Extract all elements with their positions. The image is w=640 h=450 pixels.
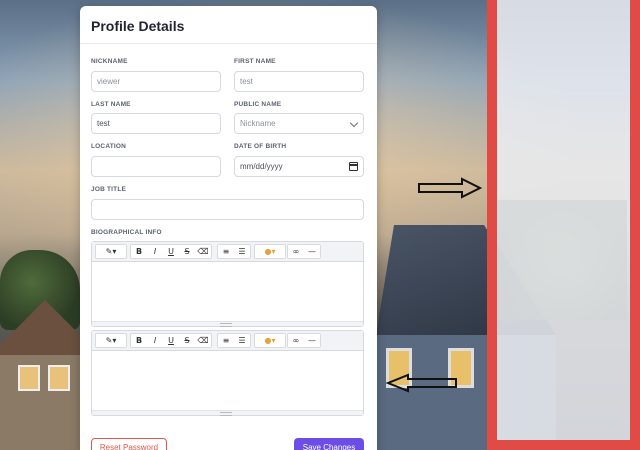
- underline-button[interactable]: U: [163, 334, 179, 347]
- italic-button[interactable]: I: [147, 334, 163, 347]
- card-header: Profile Details: [80, 6, 377, 44]
- annotation-red-frame: [487, 0, 640, 450]
- editor-resize-handle[interactable]: [92, 410, 363, 416]
- underline-button[interactable]: U: [163, 245, 179, 258]
- bio-label: BIOGRAPHICAL INFO: [91, 229, 162, 236]
- job-title-input[interactable]: [91, 199, 364, 220]
- public-name-label: PUBLIC NAME: [234, 101, 282, 108]
- first-name-input[interactable]: test: [234, 71, 364, 92]
- editor-resize-handle[interactable]: [92, 321, 363, 327]
- numbered-list-icon[interactable]: ☰: [234, 245, 250, 258]
- bold-button[interactable]: B: [131, 334, 147, 347]
- date-of-birth-input[interactable]: mm/dd/yyyy: [234, 156, 364, 177]
- color-picker-icon[interactable]: ●▾: [255, 245, 285, 258]
- magic-dropdown[interactable]: ✎▾: [95, 333, 127, 348]
- list-group: ≡ ☰: [217, 244, 251, 259]
- job-title-label: JOB TITLE: [91, 186, 127, 193]
- format-group: B I U S ⌫: [130, 333, 212, 348]
- bullet-list-icon[interactable]: ≡: [218, 245, 234, 258]
- strikethrough-button[interactable]: S: [179, 245, 195, 258]
- link-icon[interactable]: ∞: [288, 334, 304, 347]
- reset-password-button[interactable]: Reset Password: [91, 438, 167, 450]
- bio-editor: ✎▾ B I U S ⌫ ≡ ☰ ●▾ ∞ —: [91, 241, 364, 327]
- page-title: Profile Details: [91, 18, 185, 34]
- first-name-label: FIRST NAME: [234, 58, 276, 65]
- magic-wand-icon[interactable]: ✎▾: [96, 245, 126, 258]
- last-name-input[interactable]: test: [91, 113, 221, 134]
- horizontal-rule-icon[interactable]: —: [304, 245, 320, 258]
- editor-toolbar: ✎▾ B I U S ⌫ ≡ ☰ ●▾ ∞ —: [92, 331, 363, 351]
- last-name-label: LAST NAME: [91, 101, 131, 108]
- save-changes-button[interactable]: Save Changes: [294, 438, 364, 450]
- public-name-value: Nickname: [240, 119, 276, 128]
- numbered-list-icon[interactable]: ☰: [234, 334, 250, 347]
- bio-editor-area[interactable]: [92, 351, 363, 410]
- editor-toolbar: ✎▾ B I U S ⌫ ≡ ☰ ●▾ ∞ —: [92, 242, 363, 262]
- date-of-birth-value: mm/dd/yyyy: [240, 162, 283, 171]
- insert-group: ∞ —: [287, 333, 321, 348]
- location-label: LOCATION: [91, 143, 127, 150]
- format-group: B I U S ⌫: [130, 244, 212, 259]
- color-group: ●▾: [254, 333, 286, 348]
- insert-group: ∞ —: [287, 244, 321, 259]
- public-name-select[interactable]: Nickname: [234, 113, 364, 134]
- link-icon[interactable]: ∞: [288, 245, 304, 258]
- color-group: ●▾: [254, 244, 286, 259]
- location-input[interactable]: [91, 156, 221, 177]
- bullet-list-icon[interactable]: ≡: [218, 334, 234, 347]
- annotation-arrow-left-icon: [386, 373, 457, 393]
- eraser-icon[interactable]: ⌫: [195, 334, 211, 347]
- horizontal-rule-icon[interactable]: —: [304, 334, 320, 347]
- date-of-birth-label: DATE OF BIRTH: [234, 143, 287, 150]
- bio-editor-area[interactable]: [92, 262, 363, 321]
- nickname-input[interactable]: viewer: [91, 71, 221, 92]
- annotation-arrow-right-icon: [418, 177, 482, 199]
- background-house-left: [0, 300, 100, 450]
- list-group: ≡ ☰: [217, 333, 251, 348]
- color-picker-icon[interactable]: ●▾: [255, 334, 285, 347]
- calendar-icon[interactable]: [349, 162, 358, 171]
- magic-dropdown[interactable]: ✎▾: [95, 244, 127, 259]
- eraser-icon[interactable]: ⌫: [195, 245, 211, 258]
- bold-button[interactable]: B: [131, 245, 147, 258]
- nickname-label: NICKNAME: [91, 58, 128, 65]
- profile-card: Profile Details NICKNAME viewer FIRST NA…: [80, 6, 377, 450]
- magic-wand-icon[interactable]: ✎▾: [96, 334, 126, 347]
- bio-editor-secondary: ✎▾ B I U S ⌫ ≡ ☰ ●▾ ∞ —: [91, 330, 364, 416]
- italic-button[interactable]: I: [147, 245, 163, 258]
- strikethrough-button[interactable]: S: [179, 334, 195, 347]
- chevron-down-icon: [349, 118, 359, 128]
